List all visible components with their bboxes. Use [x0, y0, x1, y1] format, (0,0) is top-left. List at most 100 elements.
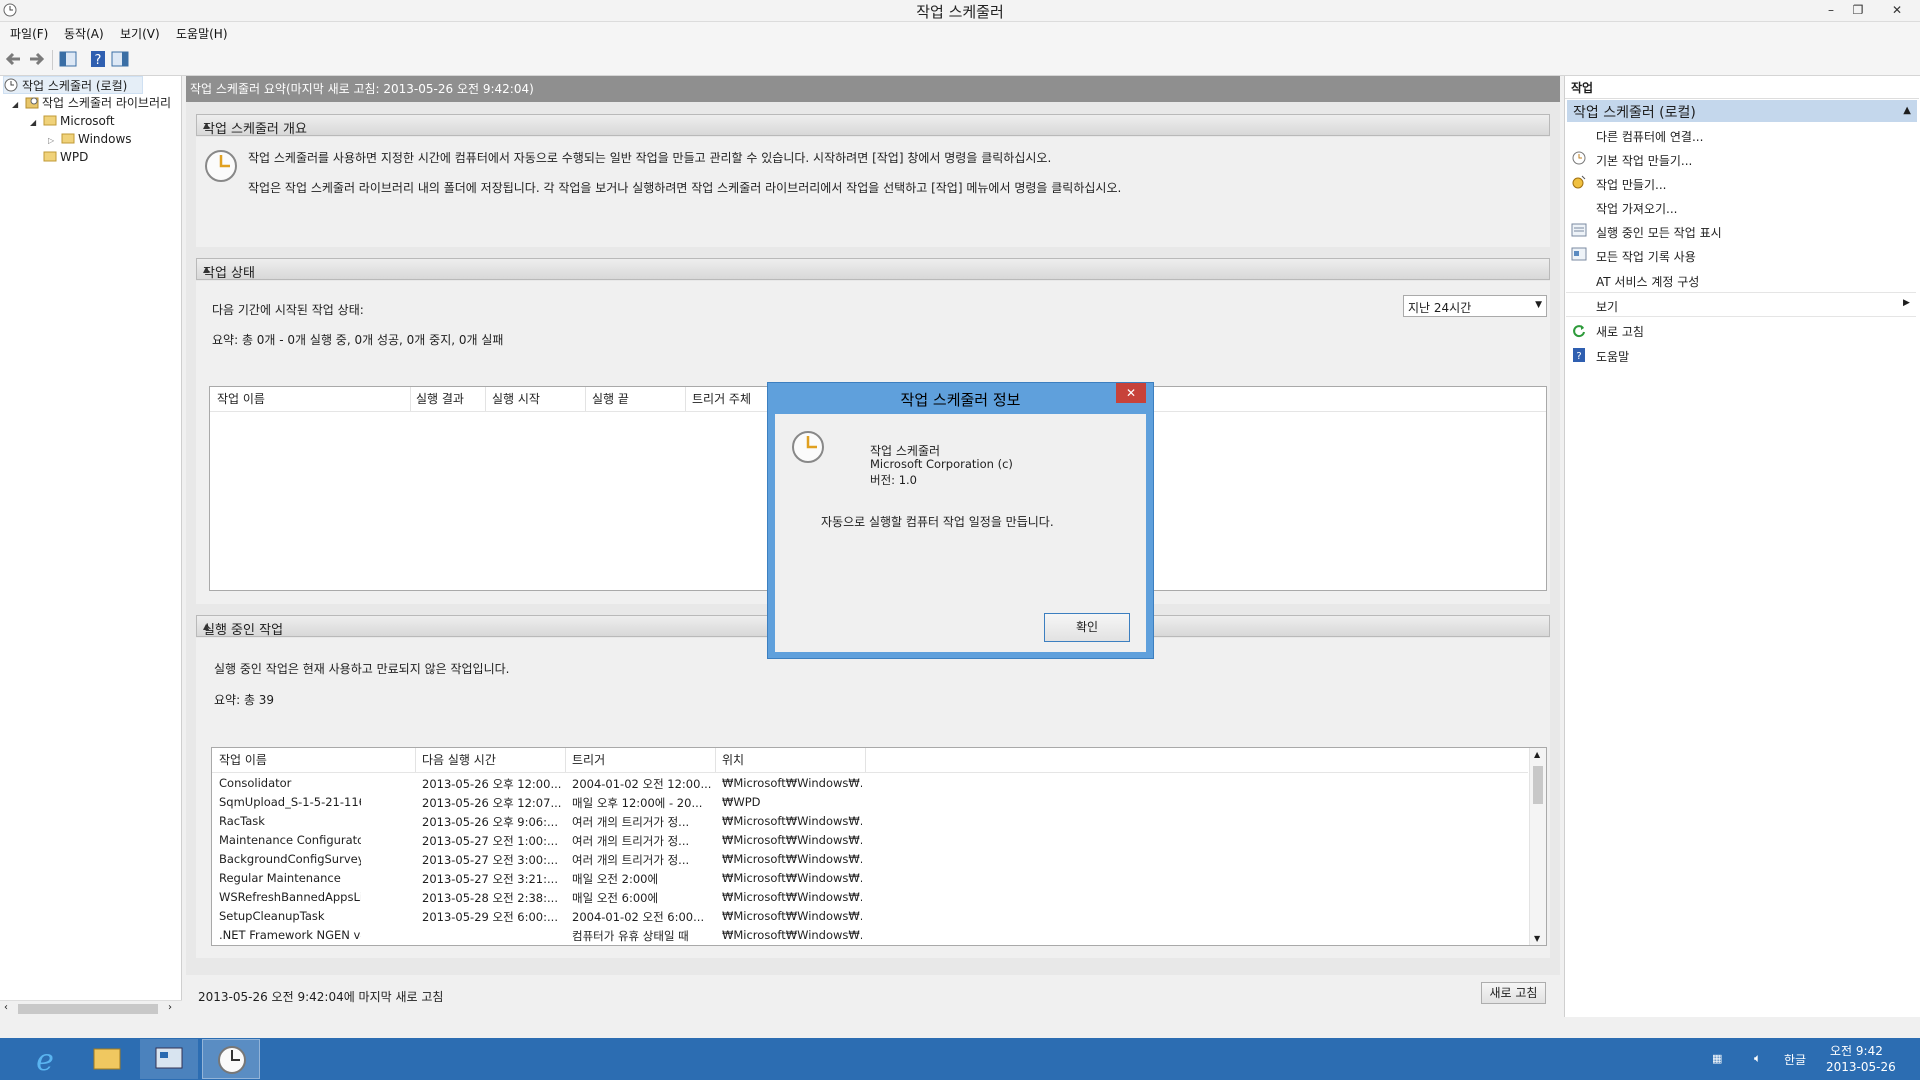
- table-row[interactable]: WSRefreshBannedAppsListTask 2013-05-28 오전…: [212, 888, 1528, 907]
- network-icon[interactable]: ▦: [1712, 1052, 1722, 1065]
- cell-task-name: Regular Maintenance: [219, 871, 341, 885]
- column-header-triggered-by[interactable]: 트리거 주체: [692, 389, 751, 409]
- restore-button[interactable]: ❐: [1845, 0, 1871, 20]
- action-refresh[interactable]: 새로 고침: [1596, 323, 1644, 340]
- column-header-next-run[interactable]: 다음 실행 시간: [422, 750, 496, 770]
- action-view[interactable]: 보기: [1596, 298, 1618, 315]
- action-enable-history[interactable]: 모든 작업 기록 사용: [1596, 248, 1696, 265]
- back-arrow-icon[interactable]: [4, 49, 24, 69]
- submenu-arrow-icon: ▶: [1903, 298, 1910, 308]
- internet-explorer-icon[interactable]: e: [16, 1039, 74, 1079]
- action-connect-computer[interactable]: 다른 컴퓨터에 연결...: [1596, 128, 1703, 145]
- column-header-location[interactable]: 위치: [722, 750, 744, 770]
- clock-time[interactable]: 오전 9:42: [1830, 1042, 1883, 1059]
- scroll-up-icon[interactable]: ▲: [1534, 750, 1540, 759]
- column-header-task-name[interactable]: 작업 이름: [219, 750, 267, 770]
- menu-action[interactable]: 동작(A): [64, 25, 104, 42]
- volume-icon[interactable]: 🔈︎: [1754, 1051, 1761, 1066]
- collapse-icon[interactable]: ▲: [203, 121, 1541, 130]
- server-manager-icon[interactable]: [140, 1039, 198, 1079]
- action-show-running-tasks[interactable]: 실행 중인 모든 작업 표시: [1596, 224, 1722, 241]
- table-row[interactable]: Maintenance Configurator 2013-05-27 오전 1:…: [212, 831, 1528, 850]
- cell-next-run: 2013-05-28 오전 2:38:...: [422, 891, 558, 905]
- expanded-arrow-icon[interactable]: ◢: [12, 100, 18, 109]
- divider: [1565, 98, 1919, 99]
- clock-date[interactable]: 2013-05-26: [1826, 1060, 1896, 1074]
- action-help[interactable]: 도움말: [1596, 348, 1629, 365]
- svg-text:?: ?: [1576, 351, 1581, 362]
- ok-button[interactable]: 확인: [1044, 613, 1130, 642]
- table-row[interactable]: RacTask 2013-05-26 오후 9:06:... 여러 개의 트리거가 …: [212, 812, 1528, 831]
- navigation-tree: 작업 스케줄러 (로컬) ◢ 작업 스케줄러 라이브러리 ◢ Microsoft…: [0, 76, 182, 1017]
- menu-help[interactable]: 도움말(H): [176, 25, 228, 42]
- column-header-run-result[interactable]: 실행 결과: [416, 389, 464, 409]
- minimize-button[interactable]: –: [1818, 0, 1844, 20]
- table-row[interactable]: SetupCleanupTask 2013-05-29 오전 6:00:... 20…: [212, 907, 1528, 926]
- column-divider: [715, 748, 716, 772]
- summary-header: 작업 스케줄러 요약(마지막 새로 고침: 2013-05-26 오전 9:42…: [186, 76, 1560, 102]
- action-create-task[interactable]: 작업 만들기...: [1596, 176, 1666, 193]
- action-create-basic-task[interactable]: 기본 작업 만들기...: [1596, 152, 1692, 169]
- actions-section-header[interactable]: 작업 스케줄러 (로컬) ▲: [1567, 100, 1917, 122]
- cell-next-run: 2013-05-26 오후 12:07...: [422, 796, 562, 810]
- cell-location: ₩Microsoft₩Windows₩...: [722, 833, 862, 847]
- close-button[interactable]: ✕: [1880, 0, 1914, 20]
- table-row[interactable]: BackgroundConfigSurveyor 2013-05-27 오전 3:…: [212, 850, 1528, 869]
- task-scheduler-clock-icon: [204, 149, 238, 183]
- scroll-thumb[interactable]: [1533, 766, 1543, 804]
- scroll-thumb[interactable]: [18, 1004, 158, 1014]
- column-header-run-end[interactable]: 실행 끝: [592, 389, 629, 409]
- help-icon[interactable]: ?: [88, 49, 108, 69]
- cell-trigger: 여러 개의 트리거가 정...: [572, 834, 690, 848]
- column-header-run-start[interactable]: 실행 시작: [492, 389, 540, 409]
- period-select[interactable]: 지난 24시간 ▼: [1403, 295, 1547, 317]
- cell-task-name: Maintenance Configurator: [219, 833, 361, 847]
- table-row[interactable]: Regular Maintenance 2013-05-27 오전 3:21:..…: [212, 869, 1528, 888]
- tree-microsoft-label: Microsoft: [59, 114, 115, 128]
- scroll-left-icon[interactable]: ‹: [4, 1002, 8, 1013]
- vertical-scrollbar[interactable]: ▲ ▼: [1529, 748, 1546, 945]
- tree-item-root[interactable]: 작업 스케줄러 (로컬): [3, 76, 143, 94]
- tree-item-library[interactable]: ◢ 작업 스케줄러 라이브러리: [12, 94, 171, 112]
- menu-file[interactable]: 파일(F): [10, 25, 48, 42]
- summary-header-text: 작업 스케줄러 요약(마지막 새로 고침: 2013-05-26 오전 9:42…: [190, 82, 534, 96]
- table-row[interactable]: SqmUpload_S-1-5-21-11669541... 2013-05-26…: [212, 793, 1528, 812]
- dialog-company: Microsoft Corporation (c): [870, 457, 1013, 471]
- actions-pane-title: 작업: [1571, 81, 1594, 95]
- collapse-icon[interactable]: ▲: [203, 265, 1541, 274]
- column-header-task-name[interactable]: 작업 이름: [217, 389, 265, 409]
- show-hide-action-pane-icon[interactable]: [110, 49, 130, 69]
- action-import-task[interactable]: 작업 가져오기...: [1596, 200, 1678, 217]
- collapse-icon[interactable]: ▲: [1903, 105, 1911, 116]
- tree-item-windows[interactable]: ▷ Windows: [48, 130, 132, 148]
- actions-section-title: 작업 스케줄러 (로컬): [1573, 105, 1696, 121]
- tree-item-wpd[interactable]: WPD: [40, 148, 88, 166]
- tree-horizontal-scrollbar[interactable]: ‹ ›: [0, 1000, 182, 1017]
- table-row[interactable]: .NET Framework NGEN v4.0.3031... 컴퓨터가 유휴 …: [212, 926, 1528, 945]
- tree-item-microsoft[interactable]: ◢ Microsoft: [30, 112, 115, 130]
- task-scheduler-taskbar-icon[interactable]: [202, 1039, 260, 1079]
- period-label: 다음 기간에 시작된 작업 상태:: [212, 303, 364, 317]
- table-row[interactable]: Consolidator 2013-05-26 오후 12:00... 2004-0…: [212, 774, 1528, 793]
- scroll-right-icon[interactable]: ›: [168, 1002, 172, 1013]
- file-explorer-icon[interactable]: [78, 1039, 136, 1079]
- action-at-service-account[interactable]: AT 서비스 계정 구성: [1596, 273, 1699, 290]
- dialog-close-button[interactable]: ✕: [1116, 383, 1146, 403]
- ime-indicator[interactable]: 한글: [1784, 1051, 1806, 1068]
- cell-trigger: 매일 오전 2:00에: [572, 872, 659, 886]
- overview-text-2: 작업은 작업 스케줄러 라이브러리 내의 폴더에 저장됩니다. 각 작업을 보거…: [248, 181, 1122, 195]
- task-status-section-header[interactable]: 작업 상태 ▲: [196, 258, 1550, 281]
- column-header-trigger[interactable]: 트리거: [572, 750, 605, 770]
- menu-view[interactable]: 보기(V): [120, 25, 160, 42]
- scroll-down-icon[interactable]: ▼: [1534, 934, 1540, 943]
- overview-section-header[interactable]: 작업 스케줄러 개요 ▲: [196, 114, 1550, 137]
- column-divider: [585, 387, 586, 411]
- show-hide-tree-icon[interactable]: [58, 49, 78, 69]
- expanded-arrow-icon[interactable]: ◢: [30, 118, 36, 127]
- collapsed-arrow-icon[interactable]: ▷: [48, 136, 54, 145]
- forward-arrow-icon[interactable]: [26, 49, 46, 69]
- title-bar: 작업 스케줄러 – ❐ ✕: [0, 0, 1920, 22]
- refresh-button[interactable]: 새로 고침: [1481, 982, 1546, 1004]
- cell-task-name: .NET Framework NGEN v4.0.3031...: [219, 928, 361, 942]
- running-tasks-list[interactable]: 작업 이름 다음 실행 시간 트리거 위치 Consolidator 2013-0…: [211, 747, 1547, 946]
